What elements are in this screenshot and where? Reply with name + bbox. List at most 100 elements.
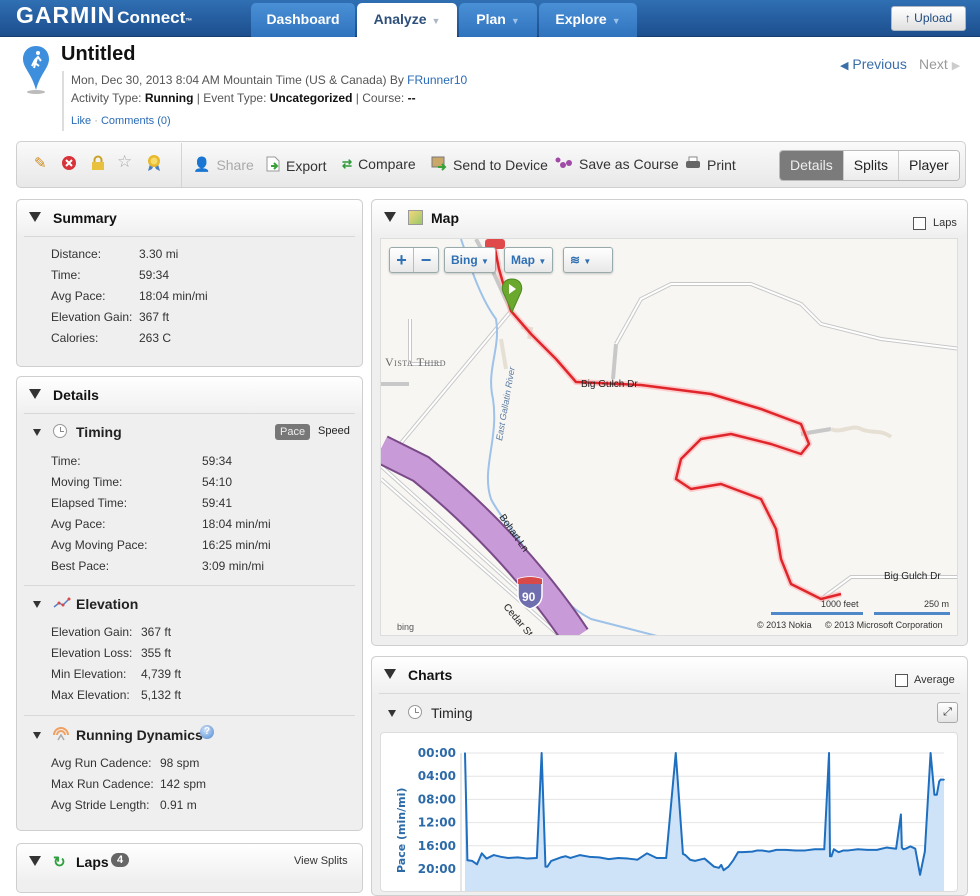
- collapse-triangle-icon[interactable]: [388, 710, 396, 717]
- laps-header[interactable]: ↻ Laps 4 View Splits: [17, 844, 362, 880]
- divider: [24, 413, 355, 414]
- nav-tab-plan[interactable]: Plan ▼: [459, 3, 537, 37]
- laps-count-badge: 4: [111, 853, 130, 867]
- view-splits-button[interactable]: Splits: [842, 151, 899, 180]
- copyright-nokia: © 2013 Nokia: [757, 620, 812, 630]
- view-player-button[interactable]: Player: [898, 151, 959, 180]
- chevron-left-icon: ◀: [840, 60, 849, 72]
- map-provider-dropdown[interactable]: Bing ▼: [444, 247, 496, 273]
- view-details-button[interactable]: Details: [780, 151, 843, 180]
- pace-point: [564, 855, 567, 858]
- activity-date: Mon, Dec 30, 2013 8:04 AM Mountain Time …: [71, 73, 408, 87]
- pace-point: [722, 869, 725, 871]
- stat-label: Moving Time:: [51, 475, 123, 489]
- speed-toggle[interactable]: Speed: [318, 425, 350, 437]
- award-icon[interactable]: [146, 154, 162, 176]
- pace-point: [943, 778, 945, 781]
- save-as-course-button[interactable]: Save as Course: [555, 156, 679, 172]
- nav-tab-analyze[interactable]: Analyze ▼: [357, 3, 457, 38]
- layers-dropdown[interactable]: ≋ ▼: [563, 247, 613, 273]
- zoom-out-button[interactable]: −: [414, 248, 438, 272]
- pace-point: [929, 752, 932, 754]
- pace-toggle[interactable]: Pace: [275, 424, 311, 440]
- pace-point: [684, 854, 687, 856]
- next-link[interactable]: Next ▶: [919, 56, 960, 72]
- charts-header[interactable]: Charts Average: [372, 657, 967, 693]
- stat-value: 18:04 min/mi: [202, 517, 271, 531]
- compare-label: Compare: [358, 156, 416, 172]
- like-link[interactable]: Like: [71, 115, 91, 127]
- collapse-triangle-icon[interactable]: [33, 601, 41, 608]
- stat-label: Avg Stride Length:: [51, 798, 150, 812]
- pace-point: [703, 857, 706, 860]
- course-value: --: [407, 91, 416, 105]
- laps-checkbox[interactable]: [913, 217, 926, 230]
- delete-icon[interactable]: [61, 155, 77, 175]
- share-button[interactable]: 👤 Share: [193, 156, 254, 173]
- lock-icon[interactable]: [91, 155, 105, 175]
- pace-point: [768, 850, 770, 853]
- y-tick-label: 04:00: [418, 769, 456, 783]
- laps-checkbox-label: Laps: [933, 217, 957, 229]
- map-icon: [408, 210, 423, 225]
- pace-chart[interactable]: 00:00 04:00 08:00 12:00 16:00 20:00 Pace (min/…: [380, 732, 958, 892]
- details-title: Details: [53, 387, 99, 403]
- bing-logo: bing: [397, 622, 414, 632]
- collapse-triangle-icon[interactable]: [33, 429, 41, 436]
- summary-header[interactable]: Summary: [17, 200, 362, 236]
- star-icon[interactable]: ☆: [117, 152, 132, 172]
- pace-point: [560, 856, 562, 859]
- print-button[interactable]: Print: [685, 156, 736, 173]
- pace-chart-svg: 00:00 04:00 08:00 12:00 16:00 20:00 Pace (min/…: [395, 746, 945, 891]
- map-header[interactable]: Map Laps: [372, 200, 967, 236]
- collapse-triangle-icon[interactable]: [384, 212, 396, 222]
- activity-type-value[interactable]: Running: [145, 91, 194, 105]
- previous-link[interactable]: ◀ Previous: [840, 56, 907, 72]
- user-link[interactable]: FRunner10: [407, 73, 467, 87]
- pace-point: [751, 850, 754, 853]
- stat-value: 263 C: [139, 331, 172, 345]
- collapse-triangle-icon[interactable]: [29, 212, 41, 222]
- pace-point: [837, 851, 840, 853]
- pace-point: [756, 849, 758, 852]
- stat-value: 59:34: [139, 268, 170, 282]
- zoom-in-button[interactable]: +: [390, 248, 414, 272]
- summary-title: Summary: [53, 210, 117, 226]
- charts-panel: Charts Average Timing ⤢ 00:00 04:00 08:00 1…: [371, 656, 968, 896]
- activity-title[interactable]: Untitled: [61, 43, 135, 66]
- divider: [24, 236, 355, 237]
- map-canvas[interactable]: 90 Vista Third East Gallatin River Big G…: [380, 238, 958, 636]
- collapse-triangle-icon[interactable]: [29, 856, 41, 866]
- view-switcher: Details Splits Player: [779, 150, 960, 181]
- pace-point: [866, 849, 869, 851]
- pace-point: [732, 859, 735, 862]
- save-as-course-label: Save as Course: [579, 156, 679, 172]
- pencil-icon[interactable]: ✎: [34, 154, 47, 172]
- nav-tab-explore[interactable]: Explore ▼: [539, 3, 637, 37]
- collapse-triangle-icon[interactable]: [384, 669, 396, 679]
- stat-value: 0.91 m: [160, 798, 197, 812]
- nav-tab-dashboard[interactable]: Dashboard: [251, 3, 355, 37]
- nav-tab-label: Analyze: [373, 11, 427, 27]
- view-splits-link[interactable]: View Splits: [294, 855, 348, 867]
- export-button[interactable]: Export: [266, 156, 326, 175]
- details-header[interactable]: Details: [17, 377, 362, 413]
- pace-point: [476, 863, 478, 866]
- comments-link[interactable]: Comments (0): [101, 115, 171, 127]
- logo-subtext: Connect: [117, 8, 186, 27]
- garmin-connect-logo[interactable]: GARMIN Connect™: [16, 2, 193, 29]
- send-to-device-button[interactable]: Send to Device: [431, 156, 548, 174]
- upload-button[interactable]: ↑ Upload: [891, 6, 966, 31]
- expand-chart-button[interactable]: ⤢: [937, 702, 958, 723]
- help-icon[interactable]: ?: [200, 725, 214, 739]
- average-checkbox[interactable]: [895, 674, 908, 687]
- map-type-dropdown[interactable]: Map ▼: [504, 247, 554, 273]
- compare-button[interactable]: ⇄ Compare: [342, 156, 416, 172]
- event-type-value[interactable]: Uncategorized: [270, 91, 353, 105]
- arrow-up-icon: ↑: [904, 11, 911, 25]
- running-dynamics-icon: [52, 725, 70, 744]
- scale-feet-label: 1000 feet: [821, 599, 859, 609]
- charts-title: Charts: [408, 667, 453, 683]
- collapse-triangle-icon[interactable]: [29, 389, 41, 399]
- collapse-triangle-icon[interactable]: [33, 732, 41, 739]
